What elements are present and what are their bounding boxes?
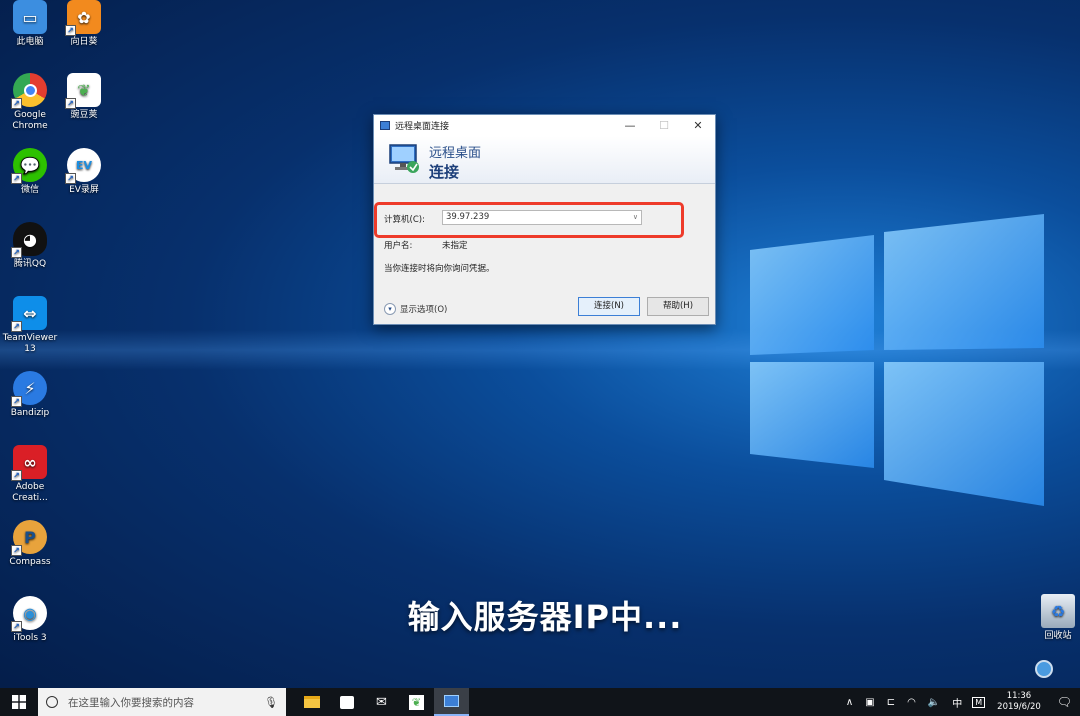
wandoujia-icon: ❦ ↗ [65, 73, 101, 109]
desktop-icon-teamviewer[interactable]: ⇔ ↗ TeamViewer 13 [0, 296, 60, 355]
cortana-icon [46, 696, 58, 708]
maximize-button: ☐ [659, 119, 669, 132]
tray-tablet-icon[interactable]: ⊏ [881, 697, 901, 708]
remote-desktop-taskbar[interactable] [434, 688, 469, 716]
floating-assistant-icon[interactable] [1035, 660, 1053, 678]
dialog-titlebar[interactable]: 远程桌面连接 — ☐ ✕ [374, 115, 715, 136]
wandoujia-taskbar[interactable]: ❦ [399, 688, 434, 716]
file-explorer-taskbar[interactable] [294, 688, 329, 716]
minimize-button[interactable]: — [613, 115, 647, 136]
tray-app-icon[interactable]: ▣ [859, 697, 880, 708]
desktop-icon-chrome[interactable]: ↗ Google Chrome [0, 73, 60, 132]
desktop-icon-label: 向日葵 [70, 37, 98, 47]
sunflower-icon: ✿ ↗ [65, 0, 101, 36]
desktop-icon-label: Adobe Creati... [12, 482, 48, 503]
desktop-icon-label: Bandizip [10, 408, 50, 418]
store-bag-icon [339, 695, 354, 709]
desktop-icon-label: 微信 [20, 185, 39, 195]
banner-title-line2: 连接 [429, 163, 460, 181]
clock-date: 2019/6/20 [997, 702, 1041, 712]
windows-start-icon [12, 695, 26, 709]
credentials-hint: 当你连接时将向你询问凭据。 [384, 264, 495, 274]
username-label: 用户名: [384, 241, 413, 251]
desktop-icon-bandizip[interactable]: ⚡ ↗ Bandizip [0, 371, 60, 419]
notification-icon[interactable]: 🗨 [1049, 695, 1080, 709]
taskbar: 在这里输入你要搜索的内容 🎙 ✉ ❦ ∧ ▣ ⊏ ◠ 🔈 中 M 11:36 2… [0, 688, 1080, 716]
expand-down-icon: ▾ [384, 303, 396, 315]
search-placeholder: 在这里输入你要搜索的内容 [68, 696, 194, 709]
help-button[interactable]: 帮助(H) [647, 297, 709, 316]
connect-button[interactable]: 连接(N) [578, 297, 640, 316]
windows-logo-wallpaper [750, 214, 1044, 506]
desktop-icon-sunflower[interactable]: ✿ ↗ 向日葵 [54, 0, 114, 48]
desktop-icon-adobe-cc[interactable]: ∞ ↗ Adobe Creati... [0, 445, 60, 504]
remote-desktop-small-icon [380, 121, 390, 130]
desktop-icon-label: Google Chrome [12, 110, 48, 131]
desktop-icon-label: EV录屏 [69, 185, 99, 195]
desktop-icon-label: Compass [9, 557, 51, 567]
volume-icon[interactable]: 🔈 [922, 697, 946, 708]
remote-desktop-icon [444, 695, 459, 707]
ime-indicator[interactable]: 中 [946, 695, 968, 710]
desktop-icon-qq[interactable]: ◕ ↗ 腾讯QQ [0, 222, 60, 270]
start-button[interactable] [0, 688, 38, 716]
mail-taskbar[interactable]: ✉ [364, 688, 399, 716]
folder-icon [303, 696, 320, 708]
chevron-up-icon[interactable]: ∧ [840, 697, 859, 708]
teamviewer-icon: ⇔ ↗ [11, 296, 47, 332]
system-tray: ∧ ▣ ⊏ ◠ 🔈 中 M 11:36 2019/6/20 🗨 [840, 688, 1080, 716]
annotation-highlight-box [374, 202, 684, 238]
dialog-banner: 远程桌面 连接 [374, 136, 715, 184]
ev-recorder-icon: EV ↗ [65, 148, 101, 184]
desktop-icon-wandoujia[interactable]: ❦ ↗ 豌豆荚 [54, 73, 114, 121]
desktop-icon-label: 此电脑 [16, 37, 44, 47]
taskbar-search-box[interactable]: 在这里输入你要搜索的内容 🎙 [38, 688, 286, 716]
banner-title-line1: 远程桌面 [429, 146, 482, 161]
desktop-icon-compass[interactable]: P ↗ Compass [0, 520, 60, 568]
store-taskbar[interactable] [329, 688, 364, 716]
desktop-icon-label: TeamViewer 13 [2, 333, 58, 354]
qq-icon: ◕ ↗ [11, 222, 47, 258]
show-options-toggle[interactable]: ▾ 显示选项(O) [384, 303, 447, 315]
clock-time: 11:36 [1006, 691, 1032, 701]
mail-icon: ✉ [376, 694, 387, 710]
username-value: 未指定 [442, 241, 468, 251]
adobe-cc-icon: ∞ ↗ [11, 445, 47, 481]
wechat-icon: 💬 ↗ [11, 148, 47, 184]
dialog-title: 远程桌面连接 [395, 122, 450, 132]
bandizip-icon: ⚡ ↗ [11, 371, 47, 407]
wandoujia-icon: ❦ [409, 694, 424, 710]
clock[interactable]: 11:36 2019/6/20 [989, 691, 1049, 713]
microphone-icon[interactable]: 🎙 [264, 696, 278, 709]
show-options-label: 显示选项(O) [400, 305, 448, 315]
video-caption: 输入服务器IP中... [407, 598, 683, 636]
desktop-icon-ev-recorder[interactable]: EV ↗ EV录屏 [54, 148, 114, 196]
close-button[interactable]: ✕ [681, 115, 715, 136]
remote-desktop-monitor-icon [389, 144, 419, 173]
computer-icon: ▭ [13, 0, 47, 34]
ime-mode-indicator[interactable]: M [972, 696, 986, 708]
desktop-icon-label: 腾讯QQ [13, 259, 47, 269]
desktop-icon-wechat[interactable]: 💬 ↗ 微信 [0, 148, 60, 196]
desktop-icon-label: 豌豆荚 [70, 110, 98, 120]
chrome-icon: ↗ [11, 73, 47, 109]
compass-icon: P ↗ [11, 520, 47, 556]
desktop-icon-this-pc[interactable]: ▭ 此电脑 [0, 0, 60, 48]
wifi-icon[interactable]: ◠ [901, 697, 922, 708]
